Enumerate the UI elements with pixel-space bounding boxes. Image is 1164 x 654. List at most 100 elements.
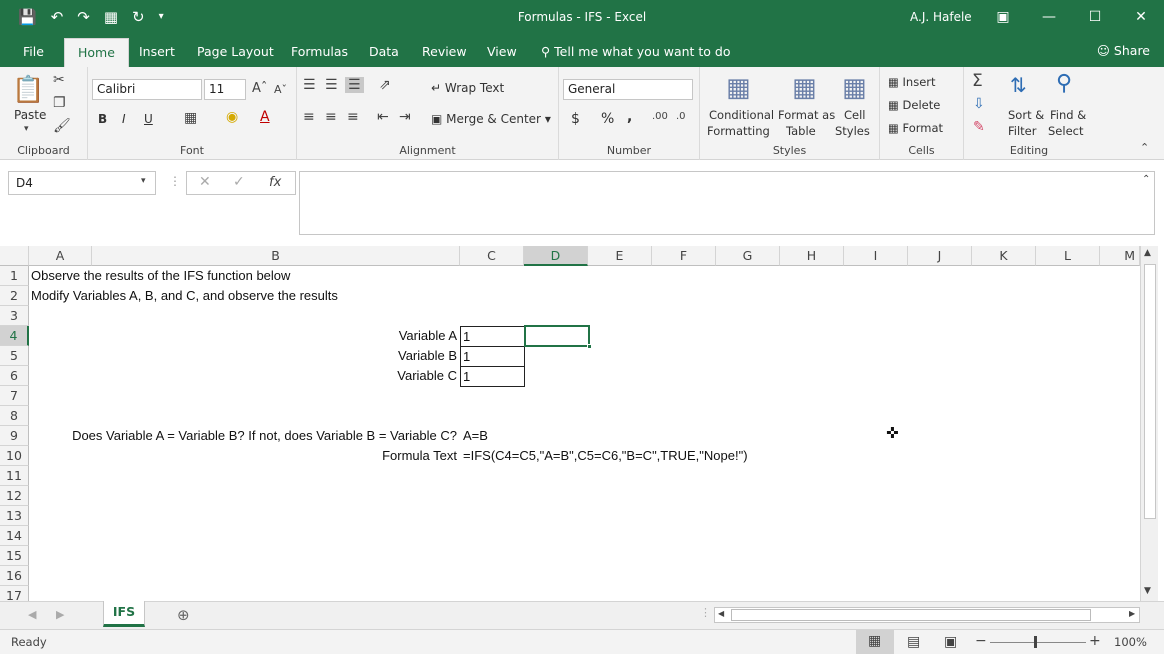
column-header[interactable]: H (780, 246, 844, 266)
scroll-left-icon[interactable]: ◀ (718, 609, 724, 618)
active-cell-d4[interactable] (524, 325, 590, 347)
row-header[interactable]: 2 (0, 286, 29, 306)
formula-input[interactable] (299, 171, 1155, 235)
insert-function-icon[interactable]: fx (269, 175, 281, 190)
tell-me-search[interactable]: ⚲ Tell me what you want to do (541, 44, 731, 59)
horizontal-scrollbar[interactable]: ◀ ▶ (714, 607, 1140, 623)
zoom-out-icon[interactable]: − (975, 633, 987, 649)
merge-center-button[interactable]: ▣ Merge & Center ▾ (431, 112, 551, 126)
tab-file[interactable]: File (23, 44, 44, 59)
underline-button[interactable]: U (144, 112, 153, 126)
decrease-decimal-icon[interactable]: .0 (676, 111, 686, 122)
middle-align-icon[interactable]: ☰ (325, 77, 338, 93)
bottom-align-icon[interactable]: ☰ (345, 77, 364, 93)
column-header[interactable]: E (588, 246, 652, 266)
sheet-tab-ifs[interactable]: IFS (103, 601, 145, 627)
delete-cells-button[interactable]: ▦ Delete (888, 98, 940, 112)
horizontal-scroll-thumb[interactable] (731, 609, 1091, 621)
conditional-formatting-label1[interactable]: Conditional (709, 108, 774, 122)
fill-icon[interactable]: ⇩ (973, 96, 985, 112)
zoom-slider[interactable] (990, 642, 1086, 643)
column-header[interactable]: M (1100, 246, 1140, 266)
tab-split-icon[interactable]: ⋮ (700, 606, 711, 619)
row-header[interactable]: 8 (0, 406, 29, 426)
tab-data[interactable]: Data (369, 44, 399, 59)
sort-filter-label1[interactable]: Sort & (1008, 108, 1044, 122)
number-format-dropdown[interactable]: General (563, 79, 693, 100)
format-painter-icon[interactable]: 🖌 (53, 118, 71, 134)
row-header[interactable]: 9 (0, 426, 29, 446)
cell-b6[interactable]: Variable C (92, 366, 457, 386)
select-all-corner[interactable] (0, 246, 29, 266)
cell-c9[interactable]: A=B (463, 426, 488, 446)
collapse-ribbon-icon[interactable]: ⌃ (1140, 141, 1149, 154)
autosum-icon[interactable]: Σ (972, 71, 983, 91)
share-button[interactable]: ☺ Share (1097, 43, 1150, 58)
clear-icon[interactable]: ✎ (973, 119, 985, 135)
zoom-level[interactable]: 100% (1114, 635, 1147, 649)
comma-button[interactable]: , (627, 109, 632, 125)
vertical-scrollbar[interactable]: ▲ ▼ (1140, 246, 1158, 602)
page-layout-view-icon[interactable]: ▤ (907, 634, 920, 650)
cell-c4[interactable]: 1 (460, 326, 525, 347)
top-align-icon[interactable]: ☰ (303, 77, 316, 93)
increase-decimal-icon[interactable]: .00 (652, 111, 668, 122)
cut-icon[interactable]: ✂ (53, 72, 65, 88)
increase-font-icon[interactable]: Aˆ (252, 81, 267, 96)
cell-styles-label2[interactable]: Styles (835, 124, 870, 138)
find-select-label1[interactable]: Find & (1050, 108, 1086, 122)
cell-b10[interactable]: Formula Text (92, 446, 457, 466)
new-sheet-icon[interactable]: ⊕ (177, 606, 190, 624)
cell-c10[interactable]: =IFS(C4=C5,"A=B",C5=C6,"B=C",TRUE,"Nope!… (463, 446, 748, 466)
align-center-icon[interactable]: ≡ (325, 109, 337, 125)
format-as-table-label1[interactable]: Format as (778, 108, 835, 122)
column-header[interactable]: K (972, 246, 1036, 266)
row-header[interactable]: 16 (0, 566, 29, 586)
wrap-text-button[interactable]: ↵ Wrap Text (431, 81, 504, 95)
collapse-formula-bar-icon[interactable]: ⌃ (1142, 174, 1150, 185)
paste-button[interactable]: Paste (14, 108, 46, 122)
tab-insert[interactable]: Insert (139, 44, 175, 59)
minimize-icon[interactable]: — (1026, 0, 1072, 36)
close-icon[interactable]: ✕ (1118, 0, 1164, 36)
font-name-dropdown[interactable]: Calibri (92, 79, 202, 100)
align-left-icon[interactable]: ≡ (303, 109, 315, 125)
find-select-icon[interactable]: ⚲ (1056, 71, 1072, 96)
page-break-view-icon[interactable]: ▣ (944, 634, 957, 650)
tab-formulas[interactable]: Formulas (291, 44, 348, 59)
column-header-selected[interactable]: D (524, 246, 588, 266)
sort-filter-icon[interactable]: ⇅ (1010, 73, 1027, 97)
tab-page-layout[interactable]: Page Layout (197, 44, 274, 59)
zoom-slider-thumb[interactable] (1034, 636, 1037, 648)
cell-b4[interactable]: Variable A (92, 326, 457, 346)
enter-icon[interactable]: ✓ (233, 174, 245, 190)
currency-button[interactable]: $ (571, 111, 580, 127)
scroll-right-icon[interactable]: ▶ (1129, 609, 1135, 618)
prev-sheet-icon[interactable]: ◀ (28, 608, 36, 621)
bold-button[interactable]: B (98, 112, 107, 126)
row-header[interactable]: 6 (0, 366, 29, 386)
cell-c5[interactable]: 1 (460, 346, 525, 367)
fill-color-icon[interactable]: ◉ (226, 109, 238, 125)
find-select-label2[interactable]: Select (1048, 124, 1083, 138)
row-header[interactable]: 12 (0, 486, 29, 506)
column-header[interactable]: B (92, 246, 460, 266)
row-header[interactable]: 11 (0, 466, 29, 486)
zoom-in-icon[interactable]: + (1089, 633, 1101, 649)
column-header[interactable]: C (460, 246, 524, 266)
font-size-dropdown[interactable]: 11 (204, 79, 246, 100)
percent-button[interactable]: % (601, 111, 614, 127)
align-right-icon[interactable]: ≡ (347, 109, 359, 125)
format-cells-button[interactable]: ▦ Format (888, 121, 943, 135)
row-header[interactable]: 14 (0, 526, 29, 546)
cancel-icon[interactable]: ✕ (199, 174, 211, 190)
tab-review[interactable]: Review (422, 44, 467, 59)
orientation-icon[interactable]: ⇗ (379, 77, 391, 93)
vertical-scroll-thumb[interactable] (1144, 264, 1156, 519)
cell-styles-label1[interactable]: Cell (844, 108, 866, 122)
column-header[interactable]: F (652, 246, 716, 266)
name-box[interactable]: D4 (8, 171, 156, 195)
fill-handle[interactable] (587, 344, 592, 349)
column-header[interactable]: J (908, 246, 972, 266)
row-header[interactable]: 10 (0, 446, 29, 466)
